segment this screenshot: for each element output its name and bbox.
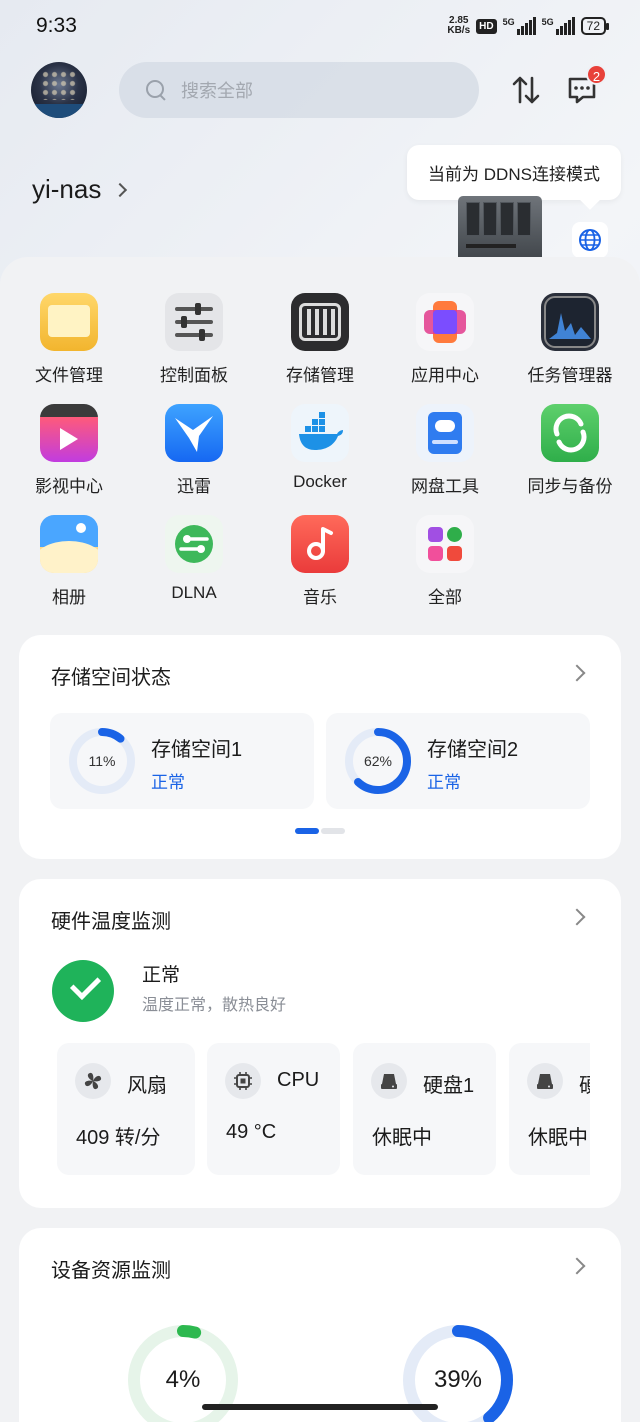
app-task-manager[interactable]: 任务管理器 [510,293,630,386]
chevron-right-icon[interactable] [568,1257,586,1275]
storage-2-status: 正常 [427,773,461,792]
sensor-disk-1-name: 硬盘1 [423,1075,475,1097]
device-selector[interactable]: yi-nas [32,174,128,205]
control-panel-icon [165,293,223,351]
docker-icon [291,404,349,462]
avatar[interactable] [31,62,87,118]
all-apps-icon [416,515,474,573]
globe-icon [579,229,601,251]
fan-icon [75,1063,111,1099]
cloud-disk-icon [416,404,474,462]
app-cloud-disk[interactable]: 网盘工具 [385,404,505,497]
hardware-sensor-list[interactable]: 风扇 409 转/分 CPU 49 °C 硬盘1 休眠中 硬 休眠中 [57,1043,590,1175]
app-music[interactable]: 音乐 [260,515,380,608]
battery-indicator: 72 [580,17,610,35]
app-sync-backup[interactable]: 同步与备份 [510,404,630,497]
app-photos[interactable]: 相册 [9,515,129,608]
video-icon [40,404,98,462]
ddns-tooltip: 当前为 DDNS连接模式 [407,145,621,200]
sensor-disk-1[interactable]: 硬盘1 休眠中 [353,1043,496,1175]
sensor-fan-name: 风扇 [127,1075,167,1097]
music-icon [291,515,349,573]
storage-icon [291,293,349,351]
signal-2-icon: 5G [542,17,575,35]
resource-monitor-card[interactable]: 设备资源监测 4% 39% [19,1228,621,1422]
app-docker[interactable]: Docker [260,404,380,492]
disk-icon [527,1063,563,1099]
storage-status-card[interactable]: 存储空间状态 11% 存储空间1 正常 62% 存储空间2 正常 [19,635,621,859]
search-placeholder: 搜索全部 [181,81,253,101]
disk-icon [371,1063,407,1099]
storage-2-name: 存储空间2 [427,739,519,761]
app-control-panel[interactable]: 控制面板 [134,293,254,386]
search-icon [145,79,167,101]
chevron-right-icon[interactable] [568,908,586,926]
dlna-icon [165,515,223,573]
sensor-fan[interactable]: 风扇 409 转/分 [57,1043,195,1175]
message-badge: 2 [586,64,607,85]
folder-icon [40,293,98,351]
signal-1-icon: 5G [503,17,536,35]
main-panel: 文件管理 控制面板 存储管理 应用中心 任务管理器 影视中心 迅雷 Docker… [0,257,640,1422]
status-indicators: 2.85 KB/s HD 5G 5G 72 [447,15,610,36]
chevron-right-icon [113,182,128,197]
hd-voice-badge: HD [476,18,497,34]
resource-card-title: 设备资源监测 [51,1260,171,1282]
storage-2-usage-label: 62% [363,753,393,769]
storage-pool-1[interactable]: 11% 存储空间1 正常 [50,713,314,809]
sensor-disk-2-value: 休眠中 [528,1127,588,1149]
network-speed: 2.85 KB/s [447,15,471,36]
device-name: yi-nas [32,174,102,204]
check-icon [52,960,114,1022]
storage-1-name: 存储空间1 [151,739,243,761]
home-indicator[interactable] [202,1404,438,1410]
storage-1-status: 正常 [151,773,185,792]
chevron-right-icon[interactable] [568,664,586,682]
photo-icon [40,515,98,573]
sensor-cpu[interactable]: CPU 49 °C [207,1043,340,1175]
app-xunlei[interactable]: 迅雷 [134,404,254,497]
status-time: 9:33 [36,14,77,37]
app-app-center[interactable]: 应用中心 [385,293,505,386]
temperature-monitor-card[interactable]: 硬件温度监测 正常 温度正常，散热良好 风扇 409 转/分 CPU 49 °C… [19,879,621,1208]
storage-card-title: 存储空间状态 [51,667,171,689]
storage-page-indicator [295,828,345,834]
sensor-disk-2[interactable]: 硬盘2 休眠中 [509,1043,590,1175]
xunlei-icon [165,404,223,462]
transfer-icon[interactable] [511,74,541,106]
storage-pool-2[interactable]: 62% 存储空间2 正常 [326,713,590,809]
cpu-icon [225,1063,261,1099]
app-center-icon [416,293,474,351]
sensor-disk-1-value: 休眠中 [372,1127,432,1149]
nas-device-image [458,196,542,262]
ddns-globe-button[interactable] [572,222,608,258]
status-bar: 9:33 2.85 KB/s HD 5G 5G 72 [0,0,640,54]
temperature-status: 正常 [142,965,181,986]
app-storage-manager[interactable]: 存储管理 [260,293,380,386]
app-dlna[interactable]: DLNA [134,515,254,603]
app-all[interactable]: 全部 [385,515,505,608]
app-file-manager[interactable]: 文件管理 [9,293,129,386]
sensor-cpu-value: 49 °C [226,1121,277,1143]
storage-1-usage-label: 11% [88,753,116,769]
search-input[interactable]: 搜索全部 [119,62,479,118]
app-video-center[interactable]: 影视中心 [9,404,129,497]
sensor-disk-2-name: 硬盘2 [579,1075,590,1097]
temperature-card-title: 硬件温度监测 [51,911,171,933]
sensor-cpu-name: CPU [277,1069,320,1091]
sync-icon [541,404,599,462]
sensor-fan-value: 409 转/分 [76,1127,161,1149]
task-manager-icon [541,293,599,351]
temperature-description: 温度正常，散热良好 [142,997,287,1014]
